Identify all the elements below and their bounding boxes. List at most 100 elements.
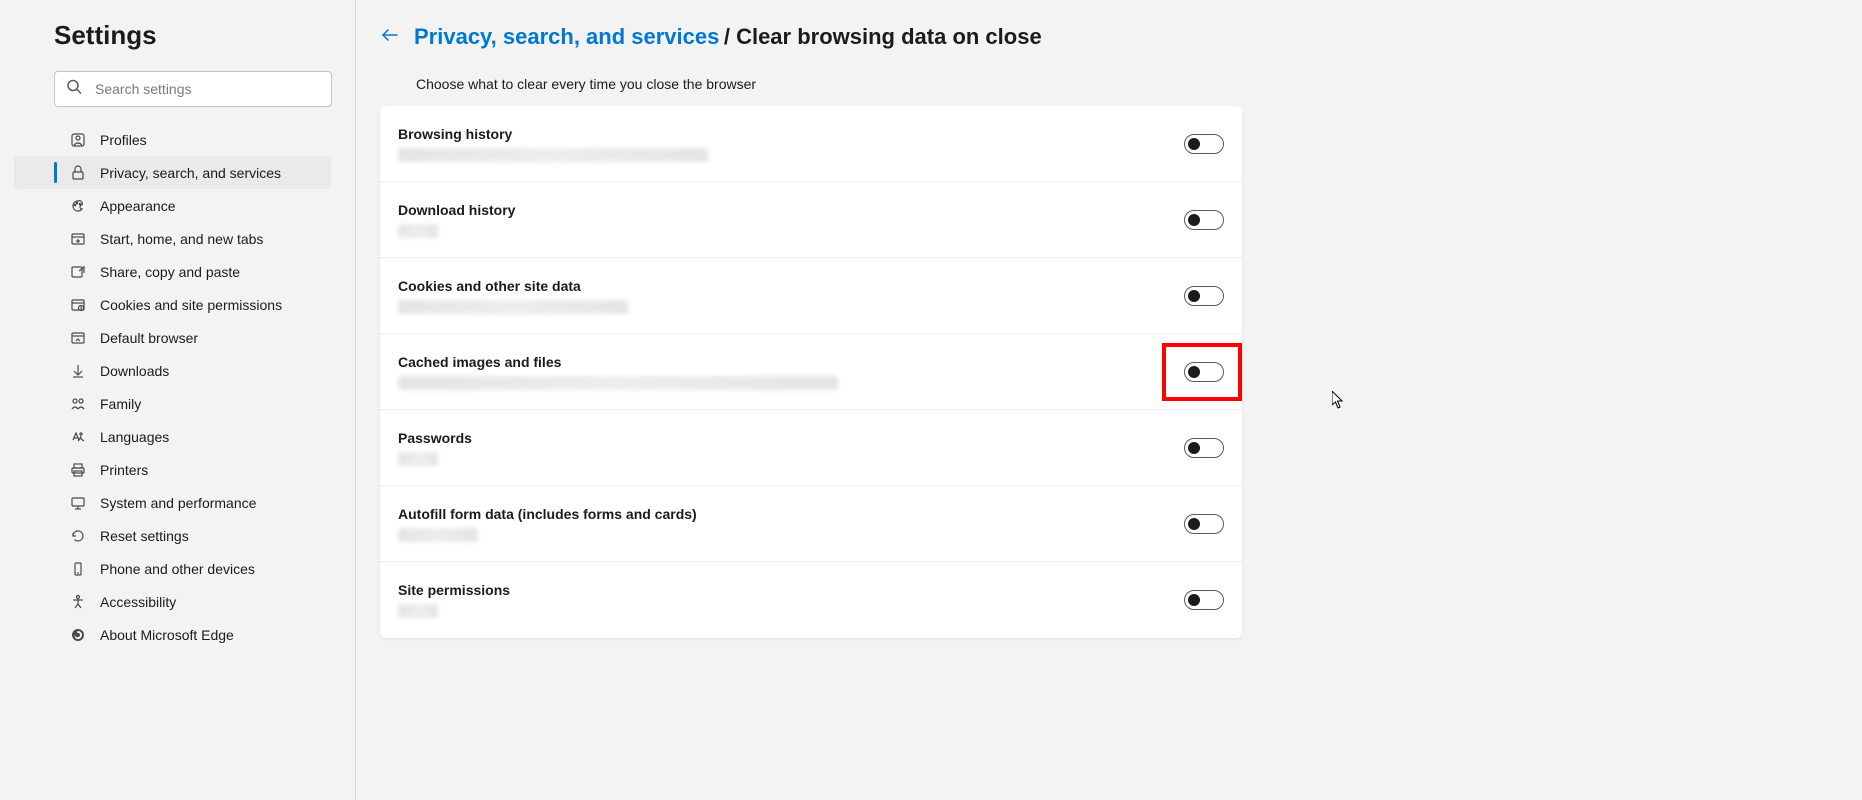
toggle-switch[interactable] (1184, 438, 1224, 458)
sidebar-item-printer[interactable]: Printers (14, 453, 331, 486)
toggle-knob (1188, 366, 1200, 378)
toggle-switch[interactable] (1184, 590, 1224, 610)
back-arrow-icon[interactable] (380, 25, 400, 50)
about-icon (68, 627, 88, 643)
sidebar-item-family[interactable]: Family (14, 387, 331, 420)
family-icon (68, 396, 88, 412)
sidebar-item-label: Downloads (100, 363, 169, 379)
sidebar-item-label: Share, copy and paste (100, 264, 240, 280)
sidebar-item-label: Printers (100, 462, 148, 478)
settings-card: Browsing history Download history Cookies … (380, 106, 1242, 638)
sidebar-item-cookie[interactable]: Cookies and site permissions (14, 288, 331, 321)
sidebar-item-download[interactable]: Downloads (14, 354, 331, 387)
sidebar-item-label: Languages (100, 429, 169, 445)
setting-title: Download history (398, 202, 1184, 218)
toggle-knob (1188, 290, 1200, 302)
search-wrapper (54, 71, 332, 107)
breadcrumb-separator: / (724, 24, 736, 49)
breadcrumb-current: Clear browsing data on close (736, 24, 1042, 49)
toggle-knob (1188, 594, 1200, 606)
setting-description-blurred (398, 148, 708, 162)
sidebar-item-accessibility[interactable]: Accessibility (14, 585, 331, 618)
sidebar-item-appearance[interactable]: Appearance (14, 189, 331, 222)
sidebar-item-label: Profiles (100, 132, 147, 148)
search-input[interactable] (54, 71, 332, 107)
sidebar-item-browser[interactable]: Default browser (14, 321, 331, 354)
toggle-switch[interactable] (1184, 514, 1224, 534)
setting-description-blurred (398, 604, 438, 618)
setting-title: Autofill form data (includes forms and c… (398, 506, 1184, 522)
setting-row: Passwords (380, 410, 1242, 486)
accessibility-icon (68, 594, 88, 610)
cookie-icon (68, 297, 88, 313)
setting-description-blurred (398, 224, 438, 238)
sidebar-item-label: Appearance (100, 198, 176, 214)
printer-icon (68, 462, 88, 478)
toggle-switch[interactable] (1184, 362, 1224, 382)
toggle-switch[interactable] (1184, 210, 1224, 230)
profile-icon (68, 132, 88, 148)
toggle-knob (1188, 214, 1200, 226)
setting-title: Browsing history (398, 126, 1184, 142)
setting-row: Browsing history (380, 106, 1242, 182)
setting-row: Cookies and other site data (380, 258, 1242, 334)
sidebar-item-label: Reset settings (100, 528, 189, 544)
sidebar-item-about[interactable]: About Microsoft Edge (14, 618, 331, 651)
sidebar-item-phone[interactable]: Phone and other devices (14, 552, 331, 585)
system-icon (68, 495, 88, 511)
page-subtitle: Choose what to clear every time you clos… (416, 76, 1862, 92)
sidebar-item-share[interactable]: Share, copy and paste (14, 255, 331, 288)
breadcrumb: Privacy, search, and services / Clear br… (380, 24, 1862, 50)
search-icon (66, 79, 82, 100)
language-icon (68, 429, 88, 445)
setting-text: Passwords (398, 430, 1184, 466)
sidebar-item-reset[interactable]: Reset settings (14, 519, 331, 552)
setting-description-blurred (398, 528, 478, 542)
lock-icon (68, 165, 88, 181)
setting-row: Autofill form data (includes forms and c… (380, 486, 1242, 562)
main-content: Privacy, search, and services / Clear br… (356, 0, 1862, 800)
setting-title: Passwords (398, 430, 1184, 446)
toggle-knob (1188, 518, 1200, 530)
breadcrumb-parent-link[interactable]: Privacy, search, and services (414, 24, 719, 49)
sidebar-item-language[interactable]: Languages (14, 420, 331, 453)
sidebar-item-newtab[interactable]: Start, home, and new tabs (14, 222, 331, 255)
sidebar-item-label: About Microsoft Edge (100, 627, 234, 643)
setting-description-blurred (398, 300, 628, 314)
share-icon (68, 264, 88, 280)
phone-icon (68, 561, 88, 577)
browser-icon (68, 330, 88, 346)
sidebar-item-profile[interactable]: Profiles (14, 123, 331, 156)
setting-text: Cookies and other site data (398, 278, 1184, 314)
sidebar-item-label: Start, home, and new tabs (100, 231, 263, 247)
setting-row: Download history (380, 182, 1242, 258)
sidebar-item-label: Default browser (100, 330, 198, 346)
setting-text: Browsing history (398, 126, 1184, 162)
appearance-icon (68, 198, 88, 214)
sidebar-item-label: Privacy, search, and services (100, 165, 281, 181)
setting-text: Cached images and files (398, 354, 1184, 390)
sidebar-item-label: Family (100, 396, 141, 412)
toggle-switch[interactable] (1184, 134, 1224, 154)
newtab-icon (68, 231, 88, 247)
sidebar-item-system[interactable]: System and performance (14, 486, 331, 519)
sidebar-item-label: Phone and other devices (100, 561, 255, 577)
sidebar-title: Settings (54, 20, 331, 51)
reset-icon (68, 528, 88, 544)
setting-description-blurred (398, 452, 438, 466)
setting-text: Autofill form data (includes forms and c… (398, 506, 1184, 542)
setting-title: Cookies and other site data (398, 278, 1184, 294)
setting-text: Download history (398, 202, 1184, 238)
setting-description-blurred (398, 376, 838, 390)
sidebar-item-label: Accessibility (100, 594, 176, 610)
toggle-knob (1188, 442, 1200, 454)
sidebar-item-lock[interactable]: Privacy, search, and services (14, 156, 331, 189)
setting-text: Site permissions (398, 582, 1184, 618)
nav-list: Profiles Privacy, search, and services App… (14, 123, 331, 651)
setting-title: Cached images and files (398, 354, 1184, 370)
setting-row: Site permissions (380, 562, 1242, 638)
settings-sidebar: Settings Profiles Privacy, search, and se… (0, 0, 356, 800)
sidebar-item-label: System and performance (100, 495, 256, 511)
setting-title: Site permissions (398, 582, 1184, 598)
toggle-switch[interactable] (1184, 286, 1224, 306)
